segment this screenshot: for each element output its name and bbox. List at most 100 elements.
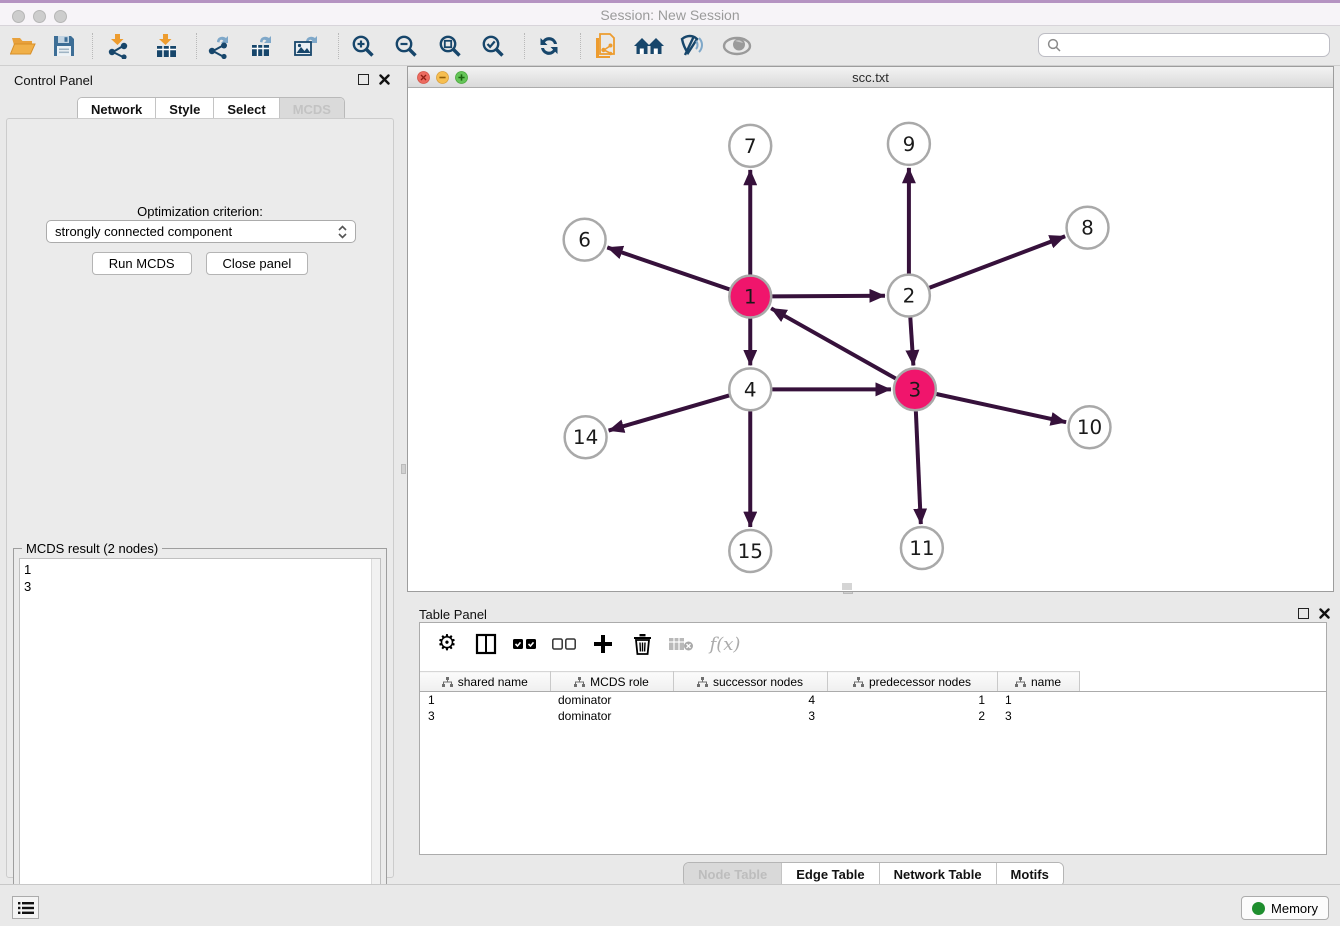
- tab-node-table[interactable]: Node Table: [684, 863, 782, 886]
- export-network-icon[interactable]: [202, 30, 236, 62]
- tab-edge-table[interactable]: Edge Table: [782, 863, 879, 886]
- import-network-icon[interactable]: [101, 30, 135, 62]
- column-header-mcds-role[interactable]: MCDS role: [550, 672, 673, 692]
- cell-name[interactable]: 1: [997, 692, 1079, 708]
- cell-filler: [1079, 692, 1326, 708]
- search-input[interactable]: [1066, 38, 1321, 53]
- node-1[interactable]: 1: [729, 276, 771, 318]
- node-6[interactable]: 6: [564, 219, 606, 261]
- node-8[interactable]: 8: [1067, 207, 1109, 249]
- save-session-icon[interactable]: [47, 30, 81, 62]
- float-panel-icon[interactable]: [358, 74, 369, 85]
- column-type-icon: [442, 677, 453, 687]
- memory-label: Memory: [1271, 901, 1318, 916]
- node-9[interactable]: 9: [888, 123, 930, 165]
- homes-icon[interactable]: [632, 30, 666, 62]
- column-header-successor-nodes[interactable]: successor nodes: [673, 672, 827, 692]
- cell-mcds-role[interactable]: dominator: [550, 708, 673, 724]
- network-graph: 7 9 6 8 1 2 4 3 14 10 15 11: [408, 88, 1333, 591]
- horizontal-splitter[interactable]: [407, 592, 1340, 600]
- table-row[interactable]: 1dominator411: [420, 692, 1326, 708]
- cell-shared-name[interactable]: 1: [420, 692, 550, 708]
- edge-4-14[interactable]: [609, 395, 730, 430]
- column-type-icon: [697, 677, 708, 687]
- edge-3-10[interactable]: [936, 394, 1066, 422]
- node-4[interactable]: 4: [729, 368, 771, 410]
- cell-shared-name[interactable]: 3: [420, 708, 550, 724]
- cell-predecessor-nodes[interactable]: 1: [827, 692, 997, 708]
- node-7[interactable]: 7: [729, 125, 771, 167]
- zoom-out-icon[interactable]: [389, 30, 423, 62]
- zoom-in-icon[interactable]: [346, 30, 380, 62]
- node-3[interactable]: 3: [894, 368, 936, 410]
- task-history-button[interactable]: [12, 896, 39, 919]
- gear-icon[interactable]: ⚙: [432, 629, 462, 659]
- table-row[interactable]: 3dominator323: [420, 708, 1326, 724]
- tab-network-table[interactable]: Network Table: [880, 863, 997, 886]
- splitter-handle[interactable]: [401, 464, 406, 474]
- refresh-icon[interactable]: [532, 30, 566, 62]
- node-11[interactable]: 11: [901, 527, 943, 569]
- memory-button[interactable]: Memory: [1241, 896, 1329, 920]
- edge-3-11[interactable]: [916, 411, 921, 524]
- mcds-result-area[interactable]: 1 3: [19, 558, 381, 920]
- delete-icon[interactable]: [627, 629, 657, 659]
- cell-name[interactable]: 3: [997, 708, 1079, 724]
- node-label: 6: [578, 228, 591, 252]
- export-image-icon[interactable]: [289, 30, 323, 62]
- cell-predecessor-nodes[interactable]: 2: [827, 708, 997, 724]
- clone-network-icon[interactable]: [588, 30, 622, 62]
- node-15[interactable]: 15: [729, 530, 771, 572]
- control-panel: Control Panel NetworkStyleSelectMCDS Opt…: [0, 66, 400, 884]
- view-resize-grip[interactable]: [842, 583, 852, 590]
- float-panel-icon[interactable]: [1298, 608, 1309, 619]
- main-toolbar: [0, 26, 1340, 66]
- close-panel-icon[interactable]: [379, 74, 390, 85]
- result-scrollbar[interactable]: [371, 559, 380, 919]
- cell-mcds-role[interactable]: dominator: [550, 692, 673, 708]
- column-header-name[interactable]: name: [997, 672, 1079, 692]
- mcds-tab-content: Optimization criterion: strongly connect…: [6, 118, 394, 878]
- node-10[interactable]: 10: [1069, 406, 1111, 448]
- network-view-title: scc.txt: [408, 70, 1333, 85]
- export-table-icon[interactable]: [245, 30, 279, 62]
- close-panel-button[interactable]: Close panel: [206, 252, 309, 275]
- cell-successor-nodes[interactable]: 4: [673, 692, 827, 708]
- cell-successor-nodes[interactable]: 3: [673, 708, 827, 724]
- status-bar: Memory: [0, 884, 1340, 926]
- search-field[interactable]: [1038, 33, 1330, 57]
- edge-3-1[interactable]: [771, 308, 896, 378]
- unselect-all-icon[interactable]: [549, 629, 579, 659]
- add-icon[interactable]: [588, 629, 618, 659]
- tab-motifs[interactable]: Motifs: [997, 863, 1063, 886]
- node-label: 8: [1081, 216, 1094, 240]
- column-header-predecessor-nodes[interactable]: predecessor nodes: [827, 672, 997, 692]
- hide-graphics-icon[interactable]: [675, 30, 709, 62]
- node-table: shared nameMCDS rolesuccessor nodesprede…: [420, 671, 1326, 724]
- columns-icon[interactable]: [471, 629, 501, 659]
- edge-1-2[interactable]: [772, 296, 885, 297]
- node-label: 3: [909, 377, 922, 401]
- column-header-shared-name[interactable]: shared name: [420, 672, 550, 692]
- edge-2-3[interactable]: [910, 317, 913, 365]
- search-icon: [1047, 38, 1061, 52]
- select-all-icon[interactable]: [510, 629, 540, 659]
- import-table-icon[interactable]: [149, 30, 183, 62]
- edge-1-6[interactable]: [607, 247, 729, 289]
- edge-2-8[interactable]: [929, 236, 1065, 288]
- run-mcds-button[interactable]: Run MCDS: [92, 252, 192, 275]
- network-window-titlebar: scc.txt: [408, 67, 1333, 88]
- vertical-splitter[interactable]: [400, 66, 407, 884]
- criterion-dropdown[interactable]: strongly connected component: [46, 220, 356, 243]
- zoom-fit-icon[interactable]: [433, 30, 467, 62]
- control-panel-title: Control Panel: [14, 73, 93, 88]
- cell-filler: [1079, 708, 1326, 724]
- node-2[interactable]: 2: [888, 275, 930, 317]
- open-session-icon[interactable]: [6, 30, 40, 62]
- close-panel-icon[interactable]: [1319, 608, 1330, 619]
- delete-column-icon: [666, 629, 696, 659]
- node-14[interactable]: 14: [565, 416, 607, 458]
- criterion-dropdown-value: strongly connected component: [55, 224, 338, 239]
- zoom-selected-icon[interactable]: [476, 30, 510, 62]
- network-canvas[interactable]: 7 9 6 8 1 2 4 3 14 10 15 11: [408, 88, 1333, 591]
